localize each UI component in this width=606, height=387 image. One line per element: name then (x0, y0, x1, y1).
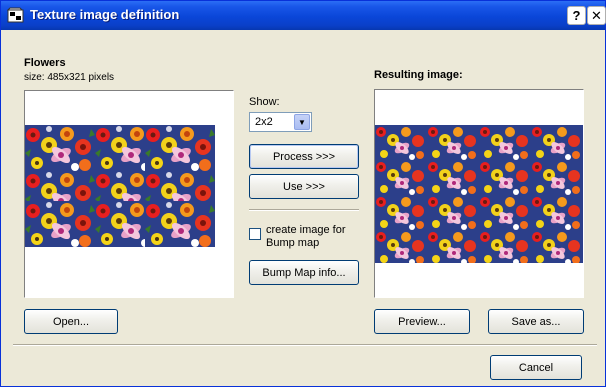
process-button[interactable]: Process >>> (249, 144, 359, 169)
save-as-button[interactable]: Save as... (488, 309, 584, 334)
source-texture-image (25, 91, 233, 297)
bump-map-info-button-label: Bump Map info... (262, 266, 346, 279)
open-button-label: Open... (52, 315, 90, 328)
cancel-button[interactable]: Cancel (490, 355, 582, 380)
save-as-button-label: Save as... (511, 315, 561, 328)
texture-dialog-window: Texture image definition ? ✕ Flowers siz… (0, 0, 606, 387)
result-heading: Resulting image: (374, 69, 463, 81)
preview-button-label: Preview... (398, 315, 446, 328)
bump-map-checkbox-label-line1: create image for (266, 224, 346, 236)
show-select[interactable]: 2x2 ▼ (249, 112, 312, 132)
footer-separator (13, 344, 597, 346)
close-icon: ✕ (591, 7, 602, 23)
middle-separator (249, 209, 359, 211)
chevron-down-icon[interactable]: ▼ (294, 114, 310, 130)
window-title: Texture image definition (30, 7, 180, 22)
process-button-label: Process >>> (272, 150, 336, 163)
result-image-frame (374, 89, 584, 298)
bump-map-info-button[interactable]: Bump Map info... (249, 260, 359, 285)
bump-map-checkbox-label-line2: Bump map (266, 237, 320, 249)
use-button[interactable]: Use >>> (249, 174, 359, 199)
close-button[interactable]: ✕ (587, 6, 606, 25)
app-icon (6, 7, 24, 24)
source-image-size: size: 485x321 pixels (24, 72, 115, 83)
help-icon: ? (572, 8, 581, 23)
help-button[interactable]: ? (567, 6, 586, 25)
bump-map-checkbox[interactable] (249, 228, 261, 240)
cancel-button-label: Cancel (518, 361, 554, 374)
open-button[interactable]: Open... (24, 309, 118, 334)
show-label: Show: (249, 96, 280, 108)
source-image-frame (24, 90, 234, 298)
title-bar[interactable]: Texture image definition ? ✕ (1, 1, 606, 30)
show-select-value: 2x2 (255, 116, 273, 128)
preview-button[interactable]: Preview... (374, 309, 470, 334)
source-image-name: Flowers (24, 57, 66, 69)
result-texture-image (375, 90, 583, 297)
use-button-label: Use >>> (283, 180, 325, 193)
